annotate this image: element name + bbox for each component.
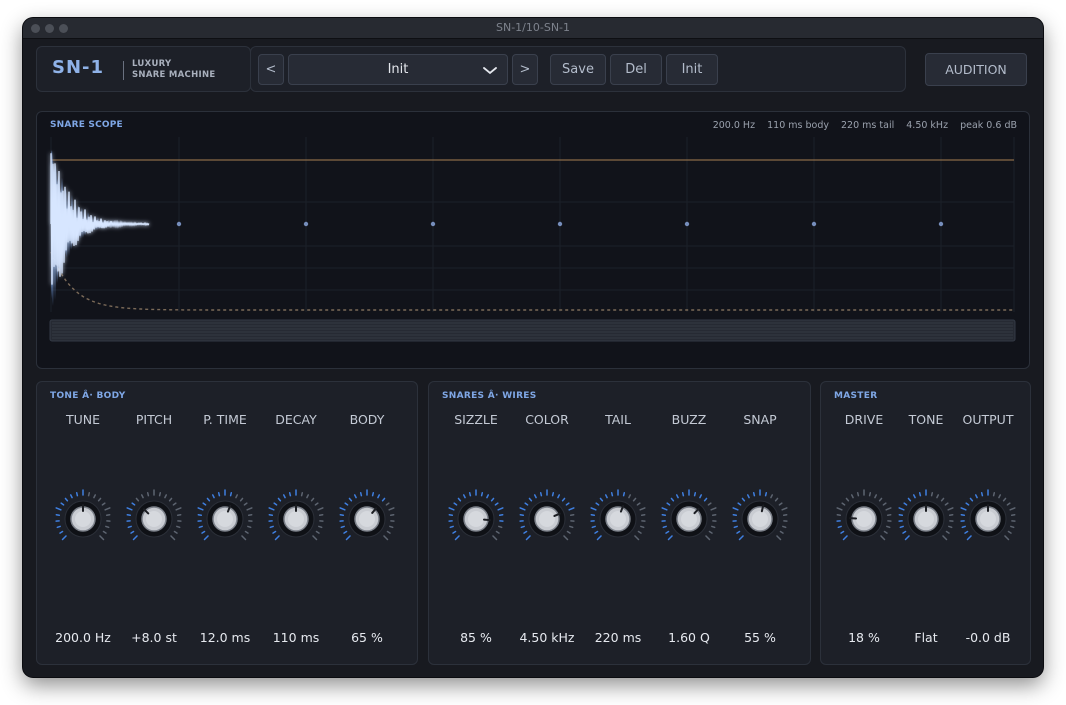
audition-button[interactable]: AUDITION [925,53,1027,86]
knob-dial[interactable] [896,489,956,549]
brand-line-2: SNARE MACHINE [132,70,216,80]
knob-value: 65 % [351,630,383,645]
snare-scope-panel: SNARE SCOPE 200.0 Hz 110 ms body 220 ms … [36,111,1030,369]
tone-body-title: TONE Â· BODY [50,391,126,401]
preset-selector[interactable]: Init [288,54,508,85]
plugin-window: SN-1/10-SN-1 SN-1 LUXURY SNARE MACHINE <… [23,18,1043,677]
preset-panel: < Init > Save Del Init [250,46,906,92]
waveform-line [50,153,150,285]
delete-button[interactable]: Del [610,54,662,85]
knob-dial[interactable] [446,489,506,549]
knob-label: SNAP [743,412,777,427]
snares-wires-title: SNARES Â· WIRES [442,391,537,401]
save-button[interactable]: Save [550,54,606,85]
knob-dial[interactable] [958,489,1018,549]
knob-dial[interactable] [266,489,326,549]
window-title: SN-1/10-SN-1 [495,21,571,34]
tone-body-section: TONE Â· BODY TUNE 200.0 Hz PITCH +8.0 st P. … [36,381,418,665]
prev-preset-button[interactable]: < [258,54,284,85]
knob-label: BODY [349,412,385,427]
preset-name: Init [387,62,409,77]
title-bar: SN-1/10-SN-1 [23,18,1043,39]
knob-dial[interactable] [517,489,577,549]
knob-value: 55 % [744,630,776,645]
brand-panel: SN-1 LUXURY SNARE MACHINE [36,46,251,92]
snares-wires-section: SNARES Â· WIRES SIZZLE 85 % COLOR 4.50 kHz T… [428,381,811,665]
brand-name: SN-1 [52,57,105,78]
master-section: MASTER DRIVE 18 % TONE Flat OUTPUT -0.0 dB [820,381,1031,665]
chevron-down-icon [483,67,497,75]
knob-dial[interactable] [834,489,894,549]
knob-dial[interactable] [337,489,397,549]
knob-dial[interactable] [195,489,255,549]
next-preset-button[interactable]: > [512,54,538,85]
knob-dial[interactable] [588,489,648,549]
knob-dial[interactable] [730,489,790,549]
init-button[interactable]: Init [666,54,718,85]
knob-dial[interactable] [659,489,719,549]
knob-label: OUTPUT [962,412,1014,427]
knob-dial[interactable] [124,489,184,549]
brand-line-1: LUXURY [132,59,172,69]
envelope-curve [50,251,1014,311]
knob-dial[interactable] [53,489,113,549]
waveform-display [49,137,1016,342]
master-title: MASTER [834,391,878,401]
knob-value: -0.0 dB [965,630,1011,645]
brand-divider [123,61,124,80]
